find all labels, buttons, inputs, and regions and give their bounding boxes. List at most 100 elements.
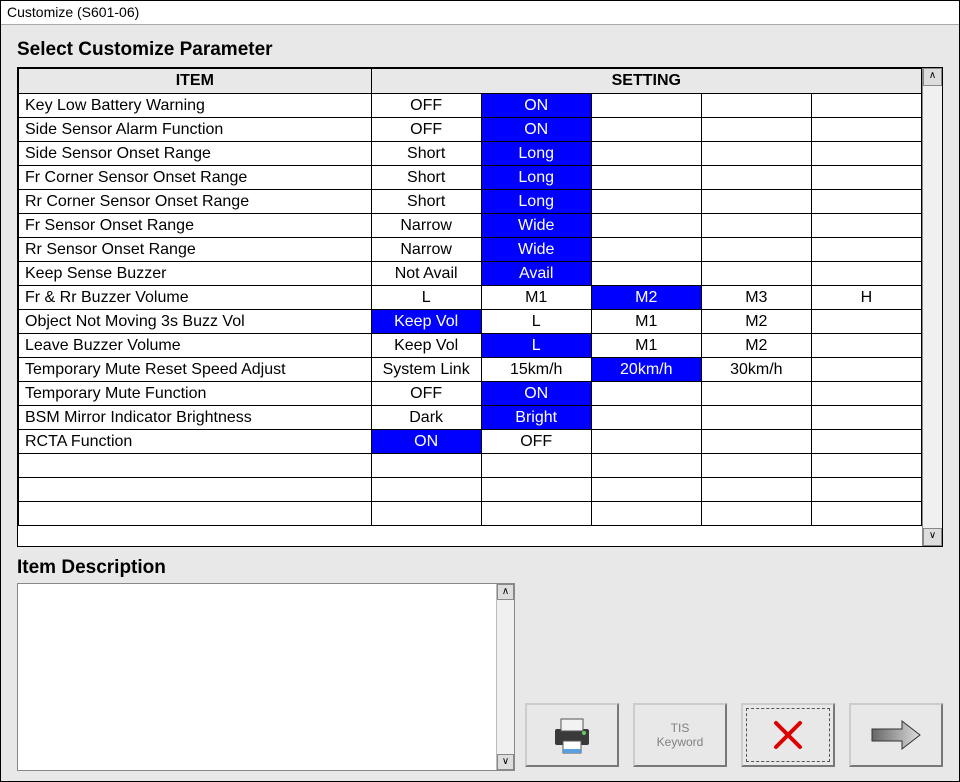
item-cell[interactable]: Fr Corner Sensor Onset Range: [19, 166, 372, 190]
setting-cell[interactable]: M3: [701, 286, 811, 310]
table-row: Rr Sensor Onset RangeNarrowWide: [19, 238, 922, 262]
setting-cell[interactable]: Bright: [481, 406, 591, 430]
item-cell[interactable]: BSM Mirror Indicator Brightness: [19, 406, 372, 430]
setting-cell[interactable]: ON: [481, 94, 591, 118]
setting-cell[interactable]: M1: [591, 310, 701, 334]
item-cell[interactable]: Fr Sensor Onset Range: [19, 214, 372, 238]
setting-cell: [811, 478, 921, 502]
setting-cell: [591, 238, 701, 262]
setting-cell: [811, 166, 921, 190]
scroll-up-button[interactable]: ∧: [923, 68, 942, 86]
setting-cell[interactable]: OFF: [371, 118, 481, 142]
setting-cell: [371, 454, 481, 478]
setting-cell[interactable]: Not Avail: [371, 262, 481, 286]
item-cell[interactable]: Rr Sensor Onset Range: [19, 238, 372, 262]
setting-cell: [481, 502, 591, 526]
table-row: Leave Buzzer VolumeKeep VolLM1M2: [19, 334, 922, 358]
setting-cell: [591, 118, 701, 142]
setting-cell[interactable]: ON: [481, 382, 591, 406]
setting-cell[interactable]: 15km/h: [481, 358, 591, 382]
setting-cell[interactable]: OFF: [481, 430, 591, 454]
table-row: RCTA FunctionONOFF: [19, 430, 922, 454]
desc-scroll-down[interactable]: ∨: [497, 754, 514, 770]
setting-cell[interactable]: ON: [371, 430, 481, 454]
item-cell[interactable]: [19, 478, 372, 502]
setting-cell[interactable]: M1: [591, 334, 701, 358]
item-cell[interactable]: Temporary Mute Function: [19, 382, 372, 406]
setting-cell[interactable]: System Link: [371, 358, 481, 382]
col-header-item: ITEM: [19, 69, 372, 94]
setting-cell[interactable]: Short: [371, 166, 481, 190]
table-row: [19, 502, 922, 526]
item-cell[interactable]: Keep Sense Buzzer: [19, 262, 372, 286]
desc-scroll-up[interactable]: ∧: [497, 584, 514, 600]
setting-cell: [701, 262, 811, 286]
item-cell[interactable]: [19, 502, 372, 526]
setting-cell[interactable]: Keep Vol: [371, 310, 481, 334]
setting-cell: [811, 310, 921, 334]
col-header-setting: SETTING: [371, 69, 921, 94]
next-button[interactable]: [849, 703, 943, 767]
setting-cell: [591, 406, 701, 430]
setting-cell[interactable]: Keep Vol: [371, 334, 481, 358]
setting-cell: [591, 502, 701, 526]
item-cell[interactable]: Side Sensor Onset Range: [19, 142, 372, 166]
setting-cell[interactable]: OFF: [371, 382, 481, 406]
setting-cell[interactable]: M2: [591, 286, 701, 310]
tis-keyword-button[interactable]: TIS Keyword: [633, 703, 727, 767]
setting-cell[interactable]: Short: [371, 142, 481, 166]
scroll-down-button[interactable]: ∨: [923, 528, 942, 546]
item-cell[interactable]: Fr & Rr Buzzer Volume: [19, 286, 372, 310]
setting-cell[interactable]: M2: [701, 310, 811, 334]
setting-cell[interactable]: M1: [481, 286, 591, 310]
setting-cell[interactable]: 30km/h: [701, 358, 811, 382]
setting-cell[interactable]: Long: [481, 190, 591, 214]
setting-cell: [591, 94, 701, 118]
item-cell[interactable]: Side Sensor Alarm Function: [19, 118, 372, 142]
setting-cell[interactable]: M2: [701, 334, 811, 358]
setting-cell[interactable]: OFF: [371, 94, 481, 118]
setting-cell[interactable]: L: [481, 310, 591, 334]
setting-cell[interactable]: L: [371, 286, 481, 310]
item-cell[interactable]: [19, 454, 372, 478]
description-scrollbar[interactable]: ∧ ∨: [496, 584, 514, 770]
setting-cell[interactable]: H: [811, 286, 921, 310]
item-description-heading: Item Description: [17, 557, 943, 579]
setting-cell[interactable]: Long: [481, 166, 591, 190]
item-cell[interactable]: Rr Corner Sensor Onset Range: [19, 190, 372, 214]
vertical-scrollbar[interactable]: ∧ ∨: [922, 68, 942, 546]
setting-cell: [811, 454, 921, 478]
setting-cell[interactable]: ON: [481, 118, 591, 142]
setting-cell[interactable]: Short: [371, 190, 481, 214]
item-cell[interactable]: Leave Buzzer Volume: [19, 334, 372, 358]
setting-cell: [811, 358, 921, 382]
setting-cell[interactable]: Wide: [481, 238, 591, 262]
content-area: Select Customize Parameter ITEM SETTING …: [1, 25, 959, 781]
setting-cell[interactable]: 20km/h: [591, 358, 701, 382]
cancel-button[interactable]: [741, 703, 835, 767]
setting-cell: [481, 454, 591, 478]
table-row: BSM Mirror Indicator BrightnessDarkBrigh…: [19, 406, 922, 430]
setting-cell[interactable]: Wide: [481, 214, 591, 238]
setting-cell[interactable]: Avail: [481, 262, 591, 286]
setting-cell[interactable]: Narrow: [371, 214, 481, 238]
table-row: [19, 478, 922, 502]
item-cell[interactable]: Object Not Moving 3s Buzz Vol: [19, 310, 372, 334]
tis-keyword-label: TIS Keyword: [657, 721, 704, 750]
setting-cell[interactable]: Dark: [371, 406, 481, 430]
setting-cell: [591, 142, 701, 166]
setting-cell: [591, 166, 701, 190]
setting-cell: [701, 214, 811, 238]
table-row: Side Sensor Alarm FunctionOFFON: [19, 118, 922, 142]
setting-cell: [591, 478, 701, 502]
setting-cell[interactable]: L: [481, 334, 591, 358]
item-cell[interactable]: Temporary Mute Reset Speed Adjust: [19, 358, 372, 382]
item-cell[interactable]: Key Low Battery Warning: [19, 94, 372, 118]
setting-cell[interactable]: Narrow: [371, 238, 481, 262]
table-row: Fr & Rr Buzzer VolumeLM1M2M3H: [19, 286, 922, 310]
setting-cell: [811, 142, 921, 166]
print-button[interactable]: [525, 703, 619, 767]
setting-cell: [481, 478, 591, 502]
setting-cell[interactable]: Long: [481, 142, 591, 166]
item-cell[interactable]: RCTA Function: [19, 430, 372, 454]
